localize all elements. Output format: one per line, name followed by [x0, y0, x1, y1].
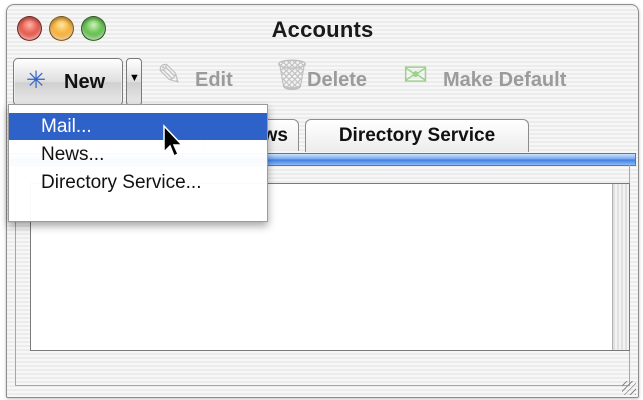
toolbar: ✳ New ▼ ✎ Edit 🗑 Delete ✉ Make Default: [7, 55, 638, 109]
title-bar: Accounts: [7, 5, 638, 49]
menu-item-directory-service-label: Directory Service...: [41, 172, 202, 193]
mouse-pointer-icon: [163, 124, 184, 158]
new-button-label: New: [64, 71, 106, 93]
menu-item-mail-label: Mail...: [41, 116, 92, 137]
trash-icon: 🗑: [273, 59, 312, 92]
new-star-icon: ✳: [26, 67, 47, 94]
menu-item-directory-service[interactable]: Directory Service...: [9, 169, 267, 196]
make-default-icon: ✉: [403, 59, 429, 92]
dropdown-arrow-icon: ▼: [129, 72, 140, 84]
resize-grip-icon[interactable]: [622, 381, 636, 395]
menu-item-mail[interactable]: Mail...: [9, 113, 267, 140]
new-button[interactable]: ✳ New: [13, 58, 123, 106]
menu-item-news-label: News...: [41, 144, 105, 165]
tab-directory-service[interactable]: Directory Service: [305, 119, 529, 152]
scrollbar[interactable]: [612, 184, 629, 350]
make-default-button[interactable]: Make Default: [443, 69, 566, 92]
tab-directory-service-label: Directory Service: [338, 125, 496, 146]
edit-icon: ✎: [157, 59, 183, 92]
menu-item-news[interactable]: News...: [9, 141, 267, 168]
new-dropdown-button[interactable]: ▼: [126, 58, 142, 106]
window-title: Accounts: [271, 17, 374, 42]
new-account-menu: Mail... News... Directory Service...: [8, 104, 268, 222]
delete-button[interactable]: Delete: [307, 69, 367, 92]
edit-button[interactable]: Edit: [195, 69, 233, 92]
